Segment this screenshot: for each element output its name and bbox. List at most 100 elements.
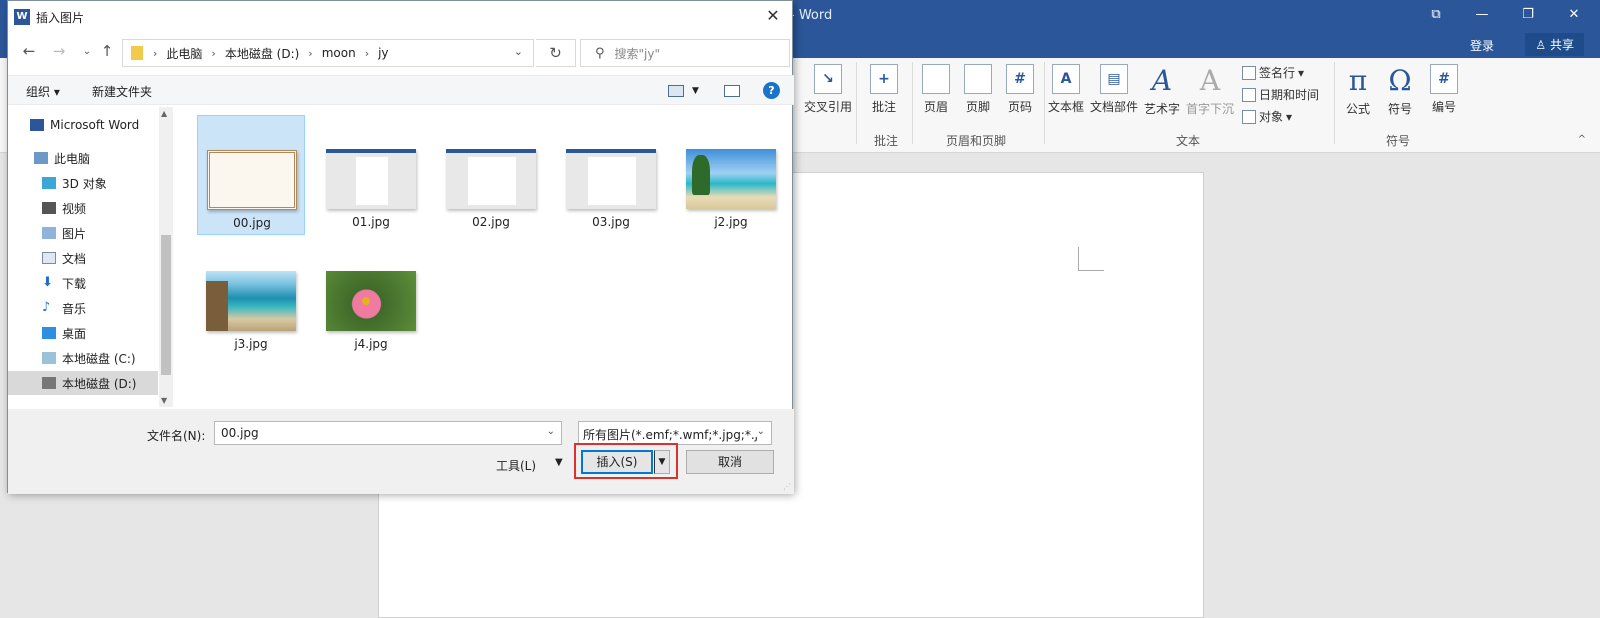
share-button[interactable]: ♙ 共享: [1525, 33, 1584, 56]
insert-button[interactable]: 插入(S): [581, 450, 653, 474]
back-arrow-icon[interactable]: ←: [20, 42, 38, 60]
file-name: j4.jpg: [354, 337, 388, 351]
new-folder-button[interactable]: 新建文件夹: [92, 83, 152, 100]
file-name: 00.jpg: [233, 216, 271, 230]
search-box[interactable]: ⚲ 搜索"jy": [580, 39, 790, 67]
datetime-button[interactable]: 日期和时间: [1242, 86, 1319, 103]
preview-pane-icon[interactable]: [724, 85, 740, 97]
filename-input[interactable]: 00.jpg ⌄: [214, 421, 562, 445]
filename-value: 00.jpg: [221, 426, 259, 440]
chevron-down-icon[interactable]: ⌄: [754, 426, 765, 437]
file-name: 03.jpg: [592, 215, 630, 229]
omega-icon: Ω: [1388, 64, 1412, 97]
datetime-label: 日期和时间: [1259, 88, 1320, 102]
navigation-pane: Microsoft Word 此电脑 3D 对象 视频 图片 文档 ⬇ 下载 ♪: [8, 107, 174, 409]
address-bar[interactable]: › 此电脑 › 本地磁盘 (D:) › moon › jy ⌄: [122, 39, 534, 67]
symbol-button[interactable]: Ω 符号: [1388, 64, 1412, 117]
pictures-icon: [42, 227, 56, 239]
close-icon[interactable]: ✕: [1562, 5, 1586, 25]
numbering-button[interactable]: # 编号: [1430, 64, 1458, 115]
change-view-icon[interactable]: [668, 85, 684, 97]
resize-grip-icon[interactable]: ⋰: [783, 482, 791, 491]
file-item[interactable]: 01.jpg: [317, 115, 425, 235]
3d-objects-icon: [42, 177, 56, 189]
breadcrumb-moon[interactable]: moon: [322, 46, 356, 60]
header-icon: [922, 64, 950, 94]
chevron-down-icon[interactable]: ⌄: [514, 45, 523, 58]
header-button[interactable]: 页眉: [922, 64, 950, 115]
login-link[interactable]: 登录: [1470, 37, 1494, 54]
symbols-group-label: 符号: [1386, 134, 1411, 148]
file-item[interactable]: j4.jpg: [317, 237, 425, 357]
wordart-button[interactable]: A 艺术字: [1144, 64, 1180, 117]
signature-line-button[interactable]: 签名行 ▾: [1242, 64, 1304, 81]
object-icon: [1242, 109, 1256, 124]
file-item[interactable]: 00.jpg: [197, 115, 305, 235]
cross-reference-button[interactable]: ↘ 交叉引用: [804, 64, 852, 115]
footer-button[interactable]: 页脚: [964, 64, 992, 115]
dropcap-button[interactable]: A 首字下沉: [1186, 64, 1234, 117]
beach-thumbnail: [686, 149, 776, 209]
sidebar-item-label: Microsoft Word: [50, 118, 140, 132]
file-name: j3.jpg: [234, 337, 268, 351]
tools-button[interactable]: 工具(L): [496, 457, 536, 474]
file-item[interactable]: j3.jpg: [197, 237, 305, 357]
pi-icon: π: [1348, 64, 1368, 97]
file-item[interactable]: 03.jpg: [557, 115, 665, 235]
object-button[interactable]: 对象 ▾: [1242, 108, 1292, 125]
word-app-title: - Word: [790, 8, 833, 23]
refresh-icon[interactable]: ↻: [536, 39, 576, 67]
file-type-filter[interactable]: 所有图片(*.emf;*.wmf;*.jpg;*.j ⌄: [578, 421, 772, 445]
organize-button[interactable]: 组织 ▾: [26, 83, 60, 100]
wordart-label: 艺术字: [1144, 102, 1181, 116]
sidebar-scrollbar[interactable]: ▲ ▼: [159, 107, 173, 407]
tools-dropdown-icon[interactable]: ▼: [555, 457, 563, 468]
wordart-icon: A: [1151, 64, 1173, 97]
ribbon-display-options-icon[interactable]: ⧉: [1424, 5, 1448, 25]
dialog-close-icon[interactable]: ✕: [762, 6, 784, 25]
help-icon[interactable]: ?: [763, 82, 780, 99]
search-icon: ⚲: [595, 45, 605, 61]
textbox-button[interactable]: A 文本框: [1048, 64, 1084, 115]
scroll-up-icon[interactable]: ▲: [161, 109, 167, 118]
scroll-down-icon[interactable]: ▼: [161, 396, 167, 405]
scroll-thumb[interactable]: [161, 235, 171, 375]
file-name: 02.jpg: [472, 215, 510, 229]
equation-button[interactable]: π 公式: [1346, 64, 1370, 117]
dropcap-label: 首字下沉: [1186, 102, 1235, 116]
breadcrumb-this-pc[interactable]: 此电脑: [166, 45, 202, 62]
page-preview: [588, 157, 636, 205]
header-label: 页眉: [923, 100, 948, 114]
new-comment-button[interactable]: + 批注: [870, 64, 898, 115]
sidebar-item-label: 本地磁盘 (D:): [62, 376, 137, 391]
numbering-icon: #: [1430, 64, 1458, 94]
breadcrumb-jy[interactable]: jy: [378, 46, 388, 60]
file-item[interactable]: 02.jpg: [437, 115, 545, 235]
insert-options-icon[interactable]: ▼: [654, 450, 670, 474]
recent-locations-icon[interactable]: ⌄: [78, 46, 96, 57]
chevron-right-icon: ›: [364, 46, 370, 60]
file-item[interactable]: j2.jpg: [677, 115, 785, 235]
minimize-icon[interactable]: —: [1470, 5, 1494, 25]
breadcrumb-drive-d[interactable]: 本地磁盘 (D:): [225, 45, 299, 62]
dialog-footer: 文件名(N): 00.jpg ⌄ 所有图片(*.emf;*.wmf;*.jpg;…: [8, 409, 794, 494]
sidebar-item-word[interactable]: Microsoft Word: [30, 113, 180, 137]
cancel-button[interactable]: 取消: [686, 450, 774, 474]
download-icon: ⬇: [42, 275, 53, 290]
sidebar-item-label: 文档: [62, 251, 87, 266]
documents-icon: [42, 252, 56, 264]
view-menu-chevron-icon[interactable]: ▼: [692, 86, 699, 96]
up-arrow-icon[interactable]: ↑: [98, 42, 116, 60]
sidebar-item-drive-d[interactable]: 本地磁盘 (D:): [8, 371, 158, 395]
chevron-down-icon: ▾: [1298, 65, 1305, 80]
page-preview: [468, 157, 516, 205]
sidebar-item-label: 视频: [62, 201, 87, 216]
chevron-down-icon[interactable]: ⌄: [547, 426, 555, 437]
chevron-down-icon: ▾: [1286, 109, 1293, 124]
group-divider: [1334, 62, 1335, 144]
quick-parts-button[interactable]: ▤ 文档部件: [1090, 64, 1138, 115]
restore-icon[interactable]: ❐: [1516, 5, 1540, 25]
collapse-ribbon-icon[interactable]: ^: [1578, 134, 1586, 145]
page-number-button[interactable]: # 页码: [1006, 64, 1034, 115]
forward-arrow-icon[interactable]: →: [50, 42, 68, 60]
